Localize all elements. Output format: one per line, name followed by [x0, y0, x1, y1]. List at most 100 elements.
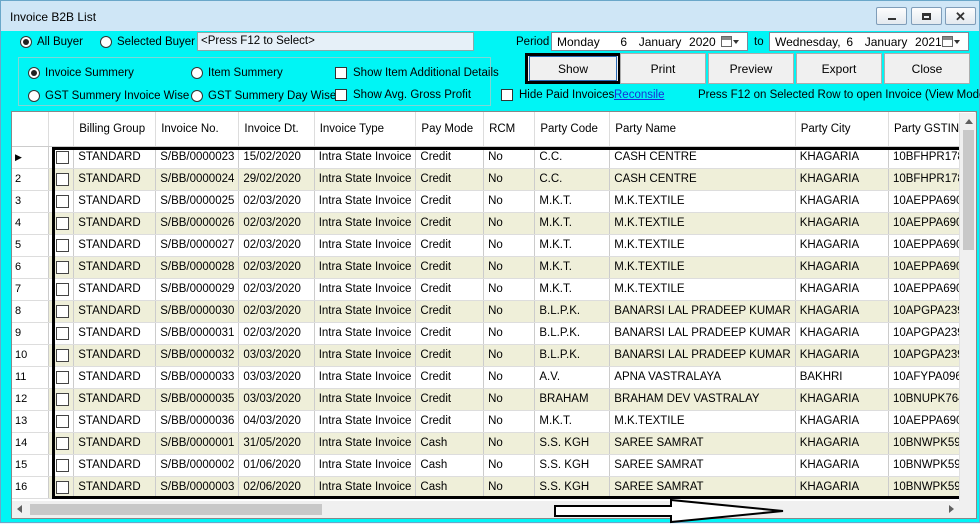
table-cell[interactable]: M.K.TEXTILE [609, 278, 796, 301]
show-gross-profit-checkbox[interactable]: Show Avg. Gross Profit [335, 89, 471, 101]
table-cell[interactable]: M.K.T. [534, 410, 611, 433]
table-cell[interactable]: STANDARD [73, 344, 157, 367]
table-cell[interactable]: S/BB/0000023 [155, 146, 240, 169]
table-row[interactable]: 7 STANDARD S/BB/0000029 02/03/2020 Intra Sta… [12, 278, 976, 301]
table-row[interactable]: 6 STANDARD S/BB/0000028 02/03/2020 Intra Sta… [12, 256, 976, 279]
table-cell[interactable]: 03/03/2020 [238, 344, 315, 367]
print-button[interactable]: Print [620, 53, 706, 84]
table-cell[interactable]: No [483, 410, 536, 433]
table-cell[interactable]: STANDARD [73, 366, 157, 389]
gst-invoice-wise-radio[interactable]: GST Summery Invoice Wise [28, 90, 189, 102]
minimize-button[interactable] [876, 7, 907, 25]
row-header[interactable]: ▶ [12, 146, 50, 169]
all-buyer-radio[interactable]: All Buyer [20, 36, 83, 48]
table-cell[interactable]: No [483, 344, 536, 367]
table-cell[interactable]: STANDARD [73, 476, 157, 499]
table-cell[interactable]: BANARSI LAL PRADEEP KUMAR [609, 344, 796, 367]
table-cell[interactable]: STANDARD [73, 432, 157, 455]
table-cell[interactable]: BRAHAM DEV VASTRALAY [609, 388, 796, 411]
table-row[interactable]: 5 STANDARD S/BB/0000027 02/03/2020 Intra Sta… [12, 234, 976, 257]
table-cell[interactable]: KHAGARIA [795, 388, 889, 411]
table-cell[interactable]: Intra State Invoice [314, 256, 417, 279]
preview-button[interactable]: Preview [708, 53, 794, 84]
table-cell[interactable]: M.K.TEXTILE [609, 234, 796, 257]
table-cell[interactable]: No [483, 388, 536, 411]
row-header[interactable]: 12 [12, 388, 50, 411]
selected-buyer-radio[interactable]: Selected Buyer [100, 36, 195, 48]
table-cell[interactable]: 31/05/2020 [238, 432, 315, 455]
table-cell[interactable]: SAREE SAMRAT [609, 432, 796, 455]
row-checkbox-cell[interactable] [48, 388, 75, 411]
table-cell[interactable]: Credit [415, 168, 485, 191]
table-cell[interactable]: A.V. [534, 366, 611, 389]
table-row[interactable]: 12 STANDARD S/BB/0000035 03/03/2020 Intra St… [12, 388, 976, 411]
table-cell[interactable]: M.K.T. [534, 278, 611, 301]
table-cell[interactable]: No [483, 476, 536, 499]
vertical-scroll-thumb[interactable] [963, 130, 974, 250]
row-checkbox-cell[interactable] [48, 168, 75, 191]
table-cell[interactable]: Intra State Invoice [314, 234, 417, 257]
table-cell[interactable]: STANDARD [73, 388, 157, 411]
table-cell[interactable]: Credit [415, 212, 485, 235]
table-cell[interactable]: C.C. [534, 146, 611, 169]
row-checkbox-cell[interactable] [48, 234, 75, 257]
table-cell[interactable]: 15/02/2020 [238, 146, 315, 169]
table-cell[interactable]: Credit [415, 410, 485, 433]
table-cell[interactable]: Intra State Invoice [314, 212, 417, 235]
column-header[interactable]: Invoice Dt. [238, 112, 315, 147]
table-cell[interactable]: No [483, 300, 536, 323]
table-cell[interactable]: S/BB/0000003 [155, 476, 240, 499]
table-cell[interactable]: C.C. [534, 168, 611, 191]
table-cell[interactable]: Credit [415, 234, 485, 257]
table-cell[interactable]: Intra State Invoice [314, 168, 417, 191]
table-cell[interactable]: 02/03/2020 [238, 212, 315, 235]
show-button[interactable]: Show [525, 53, 621, 84]
table-cell[interactable]: KHAGARIA [795, 168, 889, 191]
table-cell[interactable]: B.L.P.K. [534, 300, 611, 323]
table-cell[interactable]: M.K.T. [534, 234, 611, 257]
table-cell[interactable]: KHAGARIA [795, 344, 889, 367]
row-checkbox-cell[interactable] [48, 432, 75, 455]
table-cell[interactable]: S/BB/0000035 [155, 388, 240, 411]
table-row[interactable]: 11 STANDARD S/BB/0000033 03/03/2020 Intra St… [12, 366, 976, 389]
table-row[interactable]: 16 STANDARD S/BB/0000003 02/06/2020 Intra St… [12, 476, 976, 499]
table-cell[interactable]: No [483, 190, 536, 213]
table-cell[interactable]: KHAGARIA [795, 146, 889, 169]
table-cell[interactable]: 29/02/2020 [238, 168, 315, 191]
table-cell[interactable]: 02/03/2020 [238, 300, 315, 323]
table-cell[interactable]: STANDARD [73, 322, 157, 345]
table-cell[interactable]: S/BB/0000001 [155, 432, 240, 455]
table-cell[interactable]: S/BB/0000002 [155, 454, 240, 477]
table-cell[interactable]: No [483, 454, 536, 477]
table-cell[interactable]: STANDARD [73, 300, 157, 323]
table-cell[interactable]: No [483, 256, 536, 279]
export-button[interactable]: Export [796, 53, 882, 84]
table-cell[interactable]: Credit [415, 344, 485, 367]
from-date-dropdown[interactable] [721, 35, 745, 48]
table-cell[interactable]: S/BB/0000026 [155, 212, 240, 235]
row-header[interactable]: 8 [12, 300, 50, 323]
table-cell[interactable]: No [483, 322, 536, 345]
table-cell[interactable]: Credit [415, 366, 485, 389]
table-cell[interactable]: SAREE SAMRAT [609, 454, 796, 477]
table-cell[interactable]: Credit [415, 278, 485, 301]
row-checkbox-cell[interactable] [48, 146, 75, 169]
column-header[interactable]: Invoice Type [314, 112, 417, 147]
row-header[interactable]: 7 [12, 278, 50, 301]
column-header[interactable]: Party Name [609, 112, 796, 147]
row-checkbox-cell[interactable] [48, 190, 75, 213]
table-cell[interactable]: KHAGARIA [795, 410, 889, 433]
to-date-dropdown[interactable] [942, 35, 966, 48]
table-row[interactable]: 8 STANDARD S/BB/0000030 02/03/2020 Intra Sta… [12, 300, 976, 323]
table-cell[interactable]: Intra State Invoice [314, 190, 417, 213]
table-cell[interactable]: 02/03/2020 [238, 322, 315, 345]
row-header[interactable]: 13 [12, 410, 50, 433]
table-cell[interactable]: Credit [415, 300, 485, 323]
table-cell[interactable]: S/BB/0000032 [155, 344, 240, 367]
scroll-right-icon[interactable] [949, 505, 954, 513]
table-cell[interactable]: S/BB/0000027 [155, 234, 240, 257]
table-row[interactable]: ▶ STANDARD S/BB/0000023 15/02/2020 Intra Sta… [12, 146, 976, 169]
table-cell[interactable]: KHAGARIA [795, 212, 889, 235]
column-header[interactable]: Pay Mode [415, 112, 485, 147]
column-header[interactable]: RCM [483, 112, 536, 147]
